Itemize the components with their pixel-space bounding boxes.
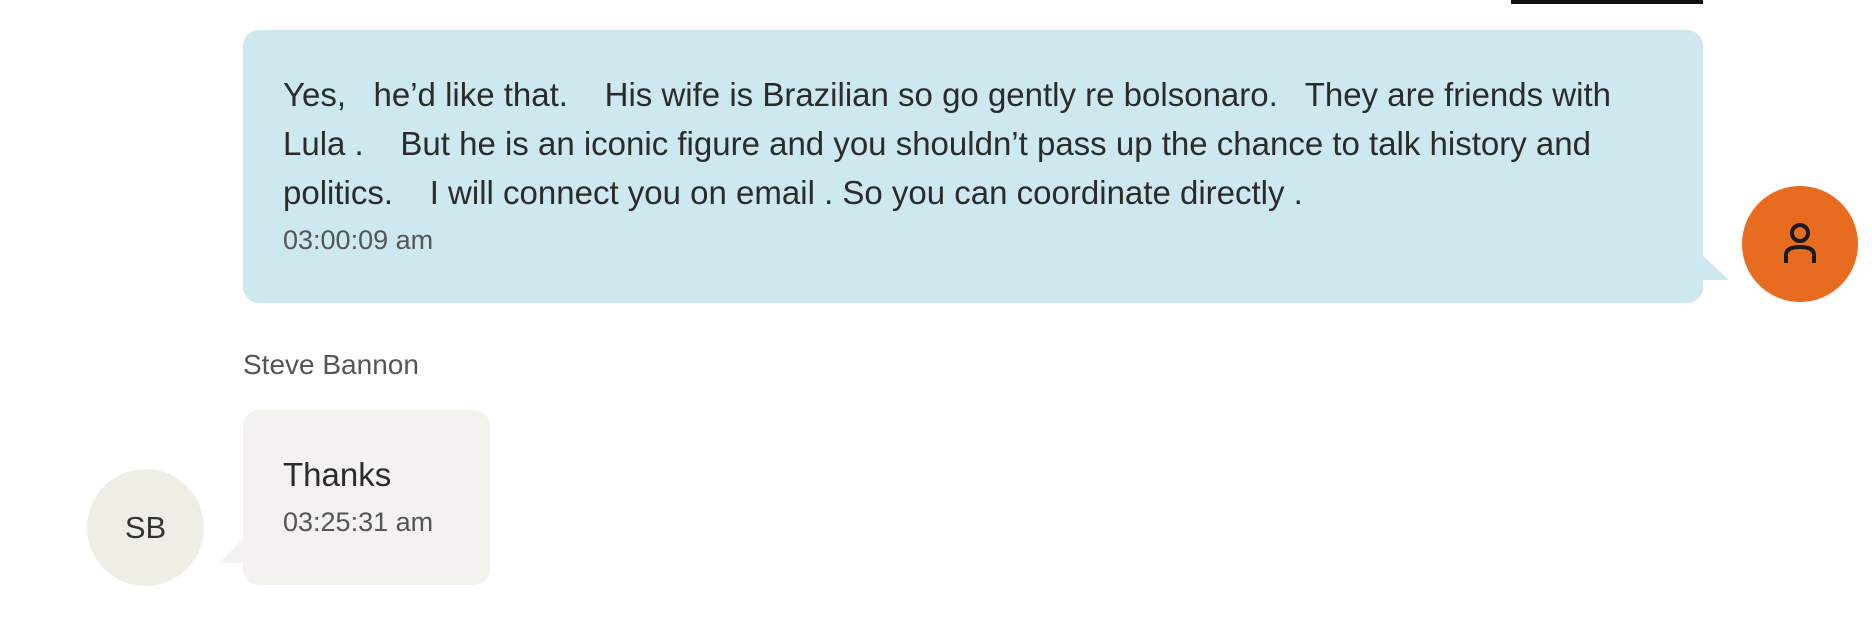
outgoing-message-text: Yes, he’d like that. His wife is Brazili…	[283, 76, 1621, 211]
incoming-message-bubble: Thanks 03:25:31 am	[219, 410, 490, 585]
my-avatar[interactable]	[1742, 186, 1858, 302]
incoming-sender-name: Steve Bannon	[243, 349, 419, 380]
person-icon	[1784, 223, 1816, 263]
incoming-message-time: 03:25:31 am	[283, 507, 434, 537]
sender-avatar[interactable]: SB	[87, 469, 204, 586]
outgoing-message-bubble: Yes, he’d like that. His wife is Brazili…	[243, 30, 1729, 303]
outgoing-message-time: 03:00:09 am	[283, 225, 434, 255]
top-edge-bar	[1511, 0, 1703, 4]
incoming-message-text: Thanks	[283, 456, 392, 493]
